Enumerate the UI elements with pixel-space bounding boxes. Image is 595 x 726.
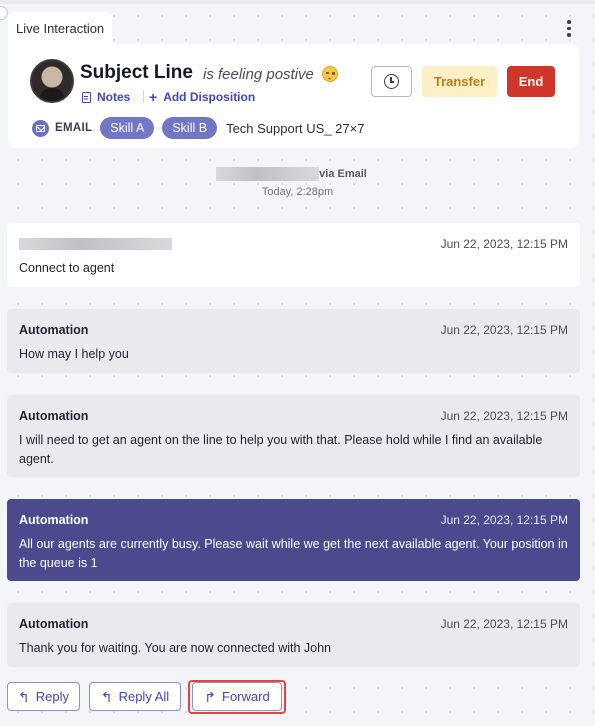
- message-body: I will need to get an agent on the line …: [19, 433, 543, 466]
- message-time: Jun 22, 2023, 12:15 PM: [440, 513, 568, 527]
- message-card: Automation Jun 22, 2023, 12:15 PM Thank …: [7, 603, 580, 667]
- notes-link[interactable]: Notes: [82, 89, 130, 105]
- clock-history-icon: [384, 74, 399, 89]
- message-sender: Automation: [19, 323, 89, 337]
- winking-face-icon: [322, 66, 338, 82]
- forward-icon: ↱: [204, 688, 217, 705]
- collapse-handle-icon[interactable]: [0, 6, 8, 20]
- message-sender: Automation: [19, 513, 89, 527]
- intro-timestamp: Today, 2:28pm: [261, 186, 334, 198]
- message-body: Connect to agent: [19, 261, 115, 275]
- mail-icon: [32, 119, 49, 137]
- more-options-icon[interactable]: [562, 20, 576, 38]
- document-icon: [82, 91, 91, 103]
- via-label: via Email: [319, 168, 367, 180]
- message-time: Jun 22, 2023, 12:15 PM: [440, 323, 568, 337]
- message-time: Jun 22, 2023, 12:15 PM: [440, 237, 568, 251]
- skill-badge: Skill A: [100, 117, 155, 139]
- add-disposition-label: Add Disposition: [163, 90, 256, 104]
- top-strip: [0, 0, 595, 4]
- message-card: Jun 22, 2023, 12:15 PM Connect to agent: [7, 223, 580, 287]
- forward-label: Forward: [222, 689, 270, 704]
- thread-intro: via Email Today, 2:28pm: [0, 167, 595, 198]
- message-time: Jun 22, 2023, 12:15 PM: [440, 409, 568, 423]
- redacted-sender: [216, 167, 320, 181]
- message-body: Thank you for waiting. You are now conne…: [19, 641, 332, 655]
- reply-label: Reply: [35, 689, 69, 704]
- reply-all-label: Reply All: [118, 689, 170, 704]
- reply-all-button[interactable]: ↰ Reply All: [89, 682, 181, 711]
- interaction-header: Subject Line is feeling postive Notes + …: [8, 44, 579, 148]
- subject-line: Subject Line: [80, 62, 193, 83]
- reply-icon: ↰: [18, 688, 30, 705]
- history-button[interactable]: [371, 66, 412, 97]
- message-body: All our agents are currently busy. Pleas…: [19, 537, 568, 570]
- plus-icon: +: [149, 89, 158, 105]
- message-card: Automation Jun 22, 2023, 12:15 PM I will…: [7, 395, 580, 477]
- reply-button[interactable]: ↰ Reply: [7, 682, 80, 711]
- add-disposition-link[interactable]: + Add Disposition: [149, 89, 255, 105]
- notes-label: Notes: [97, 90, 131, 104]
- queue-name: Tech Support US_ 27×7: [226, 120, 365, 136]
- skill-badge: Skill B: [162, 117, 218, 139]
- message-time: Jun 22, 2023, 12:15 PM: [440, 617, 568, 631]
- channel-label: EMAIL: [55, 122, 93, 134]
- message-body: How may I help you: [19, 347, 129, 361]
- avatar: [30, 59, 74, 103]
- transfer-button[interactable]: Transfer: [422, 66, 497, 97]
- message-card: Automation Jun 22, 2023, 12:15 PM How ma…: [7, 309, 580, 373]
- message-sender: Automation: [19, 617, 89, 631]
- reply-all-icon: ↰: [100, 688, 113, 705]
- sentiment-text: is feeling postive: [203, 66, 314, 83]
- forward-button[interactable]: ↱ Forward: [192, 682, 282, 711]
- message-card-highlighted: Automation Jun 22, 2023, 12:15 PM All ou…: [7, 499, 580, 581]
- channel-row: EMAIL Skill A Skill B Tech Support US_ 2…: [32, 117, 364, 139]
- redacted-sender: [19, 238, 172, 250]
- end-button[interactable]: End: [507, 66, 555, 97]
- tab-live-interaction[interactable]: Live Interaction: [8, 12, 113, 46]
- link-divider: [143, 90, 144, 103]
- message-sender: Automation: [19, 409, 89, 423]
